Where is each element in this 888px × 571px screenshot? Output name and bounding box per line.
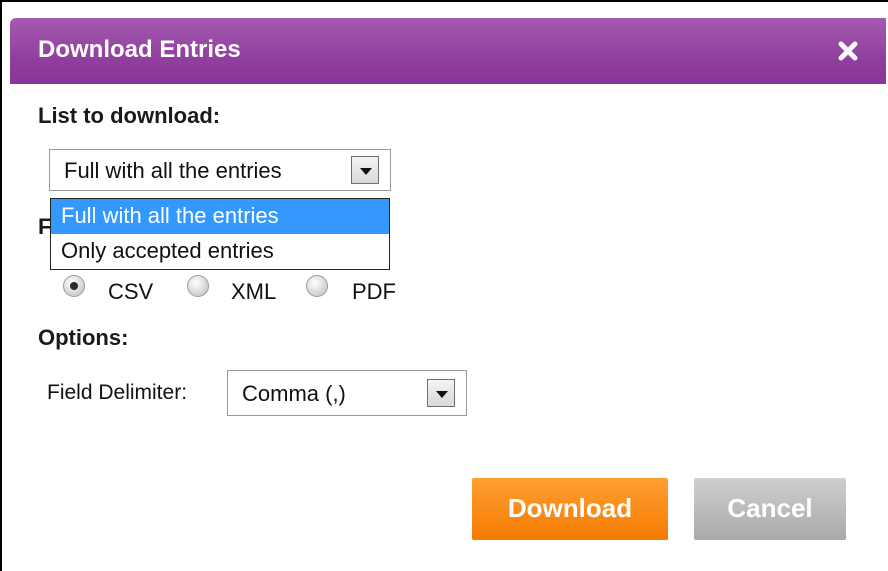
dropdown-option-full[interactable]: Full with all the entries (51, 199, 389, 234)
radio-csv-label: CSV (108, 279, 154, 304)
dropdown-option-label: Only accepted entries (61, 238, 274, 263)
chevron-down-icon[interactable] (351, 156, 379, 184)
dropdown-option-accepted[interactable]: Only accepted entries (51, 234, 389, 269)
close-icon[interactable] (833, 36, 863, 66)
list-select-value: Full with all the entries (64, 158, 282, 183)
radio-csv[interactable] (63, 275, 85, 297)
options-label: Options: (38, 325, 129, 350)
download-button[interactable]: Download (472, 478, 668, 540)
radio-xml-label: XML (231, 279, 277, 304)
cancel-button[interactable]: Cancel (694, 478, 846, 540)
delimiter-select-value: Comma (,) (242, 381, 346, 406)
list-to-download-label: List to download: (38, 103, 221, 128)
radio-pdf[interactable] (306, 275, 328, 297)
delimiter-select[interactable]: Comma (,) (227, 370, 467, 416)
dropdown-option-label: Full with all the entries (61, 203, 279, 228)
radio-xml[interactable] (187, 275, 209, 297)
dialog-title: Download Entries (38, 36, 241, 63)
field-delimiter-label: Field Delimiter: (47, 381, 188, 404)
radio-pdf-label: PDF (352, 279, 396, 304)
list-select[interactable]: Full with all the entries (49, 149, 391, 191)
chevron-down-icon[interactable] (427, 379, 455, 407)
list-dropdown: Full with all the entries Only accepted … (50, 198, 390, 270)
